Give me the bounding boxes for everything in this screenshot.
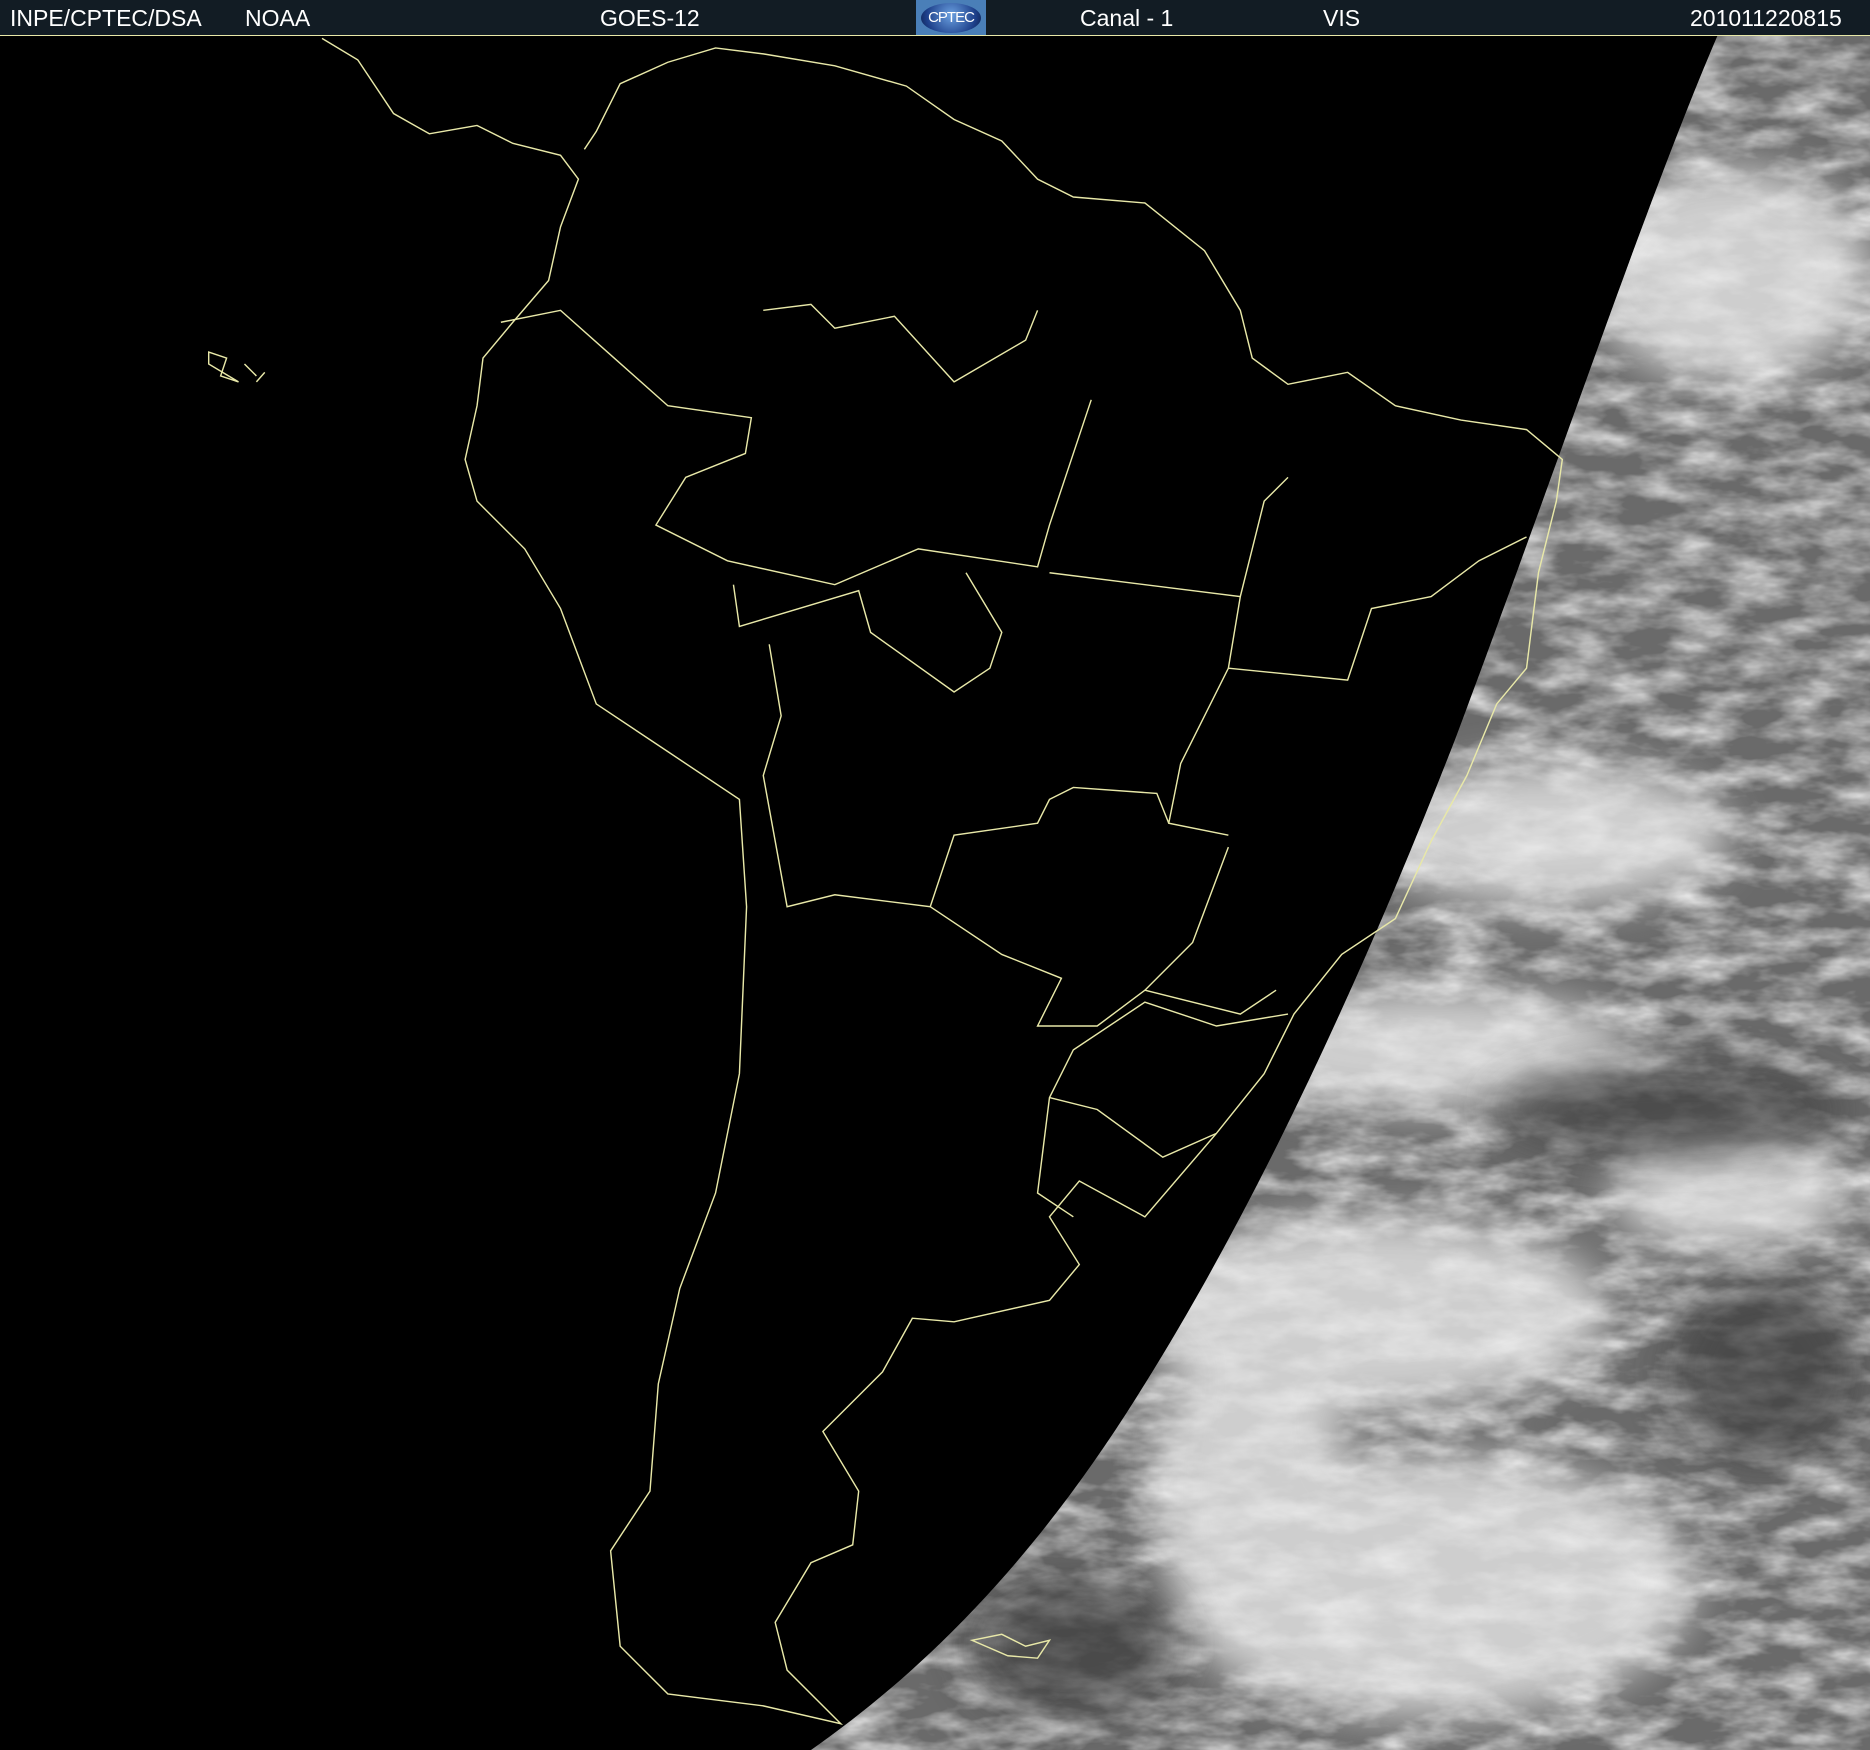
band-label: VIS bbox=[1323, 5, 1361, 31]
institution-label: INPE/CPTEC/DSA bbox=[10, 5, 202, 31]
satellite-label: GOES-12 bbox=[600, 5, 700, 31]
cptec-logo: CPTEC bbox=[916, 0, 986, 35]
agency-label: NOAA bbox=[245, 5, 311, 31]
image-header: INPE/CPTEC/DSA NOAA GOES-12 CPTEC Canal … bbox=[0, 0, 1870, 36]
timestamp-label: 201011220815 bbox=[1690, 5, 1842, 31]
cptec-logo-icon: CPTEC bbox=[921, 2, 981, 33]
channel-label: Canal - 1 bbox=[1080, 5, 1174, 31]
satellite-image bbox=[0, 36, 1870, 1750]
